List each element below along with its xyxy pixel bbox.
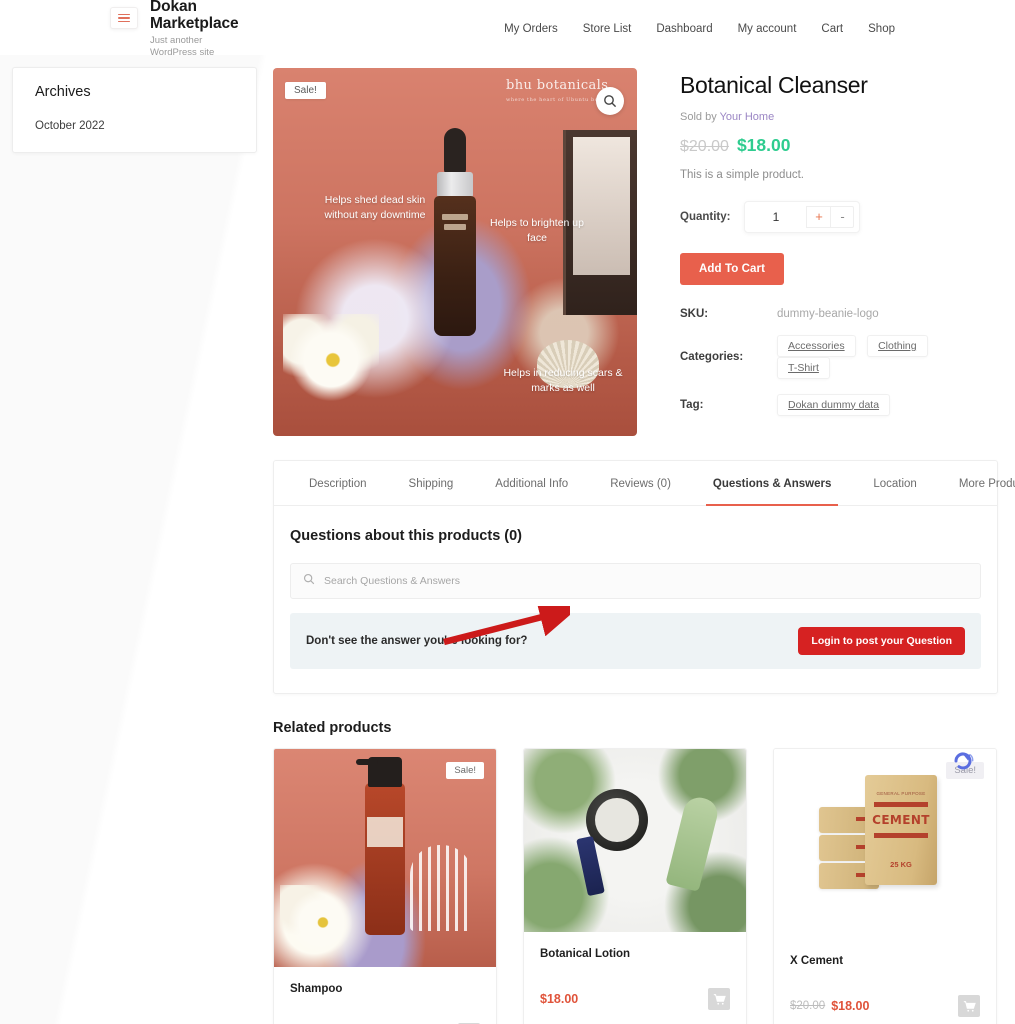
product-summary-section: bhu botanicals where the heart of Ubuntu…: [273, 68, 998, 436]
watermark-text: bhu botanicals: [505, 78, 609, 93]
meta-row-tag: Tag: Dokan dummy data: [680, 393, 998, 416]
quantity-stepper[interactable]: + -: [744, 200, 861, 233]
product-card-price-row: $20.00 $18.00: [790, 995, 980, 1017]
qa-cta-text: Don't see the answer you're looking for?: [306, 635, 528, 647]
sidebar-archives-widget: Archives October 2022: [12, 67, 257, 153]
categories-label: Categories:: [680, 350, 744, 363]
qa-search-box[interactable]: [290, 563, 981, 599]
product-card-title[interactable]: X Cement: [790, 955, 980, 967]
quantity-input[interactable]: [745, 209, 807, 224]
sku-value: dummy-beanie-logo: [777, 307, 879, 320]
tab-questions-answers[interactable]: Questions & Answers: [692, 461, 852, 506]
quantity-row: Quantity: + -: [680, 200, 998, 233]
meta-row-categories: Categories: Accessories Clothing T-Shirt: [680, 334, 998, 379]
primary-navigation: My Orders Store List Dashboard My accoun…: [504, 21, 895, 35]
magnifier-icon[interactable]: [596, 87, 624, 115]
category-chip-accessories[interactable]: Accessories: [777, 334, 856, 357]
product-thumbnail-shampoo[interactable]: Sale!: [274, 749, 496, 967]
category-chip-tshirt[interactable]: T-Shirt: [777, 356, 830, 379]
quantity-label: Quantity:: [680, 210, 731, 223]
tab-shipping[interactable]: Shipping: [388, 461, 475, 505]
nav-item-dashboard[interactable]: Dashboard: [656, 23, 712, 35]
tag-chip-dokan-dummy-data[interactable]: Dokan dummy data: [777, 393, 891, 416]
nav-item-store-list[interactable]: Store List: [583, 23, 632, 35]
related-products-grid: Sale! Shampoo $3.00 $2.00: [273, 748, 998, 1024]
tab-location[interactable]: Location: [852, 461, 937, 505]
cement-bag-subtext: GENERAL PURPOSE: [876, 791, 926, 796]
price-block: $20.00 $18.00: [680, 135, 998, 156]
price-current: $18.00: [736, 134, 791, 155]
product-card-price-row: $18.00: [540, 988, 730, 1010]
price-original: $20.00: [680, 137, 729, 155]
gallery-art-flower: [283, 314, 379, 406]
tabs-bar: Description Shipping Additional Info Rev…: [274, 461, 1015, 506]
gallery-art-dropper-bottle: [433, 128, 477, 338]
quantity-increase-button[interactable]: +: [806, 205, 831, 228]
site-tagline: Just another WordPress site: [150, 35, 215, 59]
cement-bag-word: CEMENT: [872, 813, 930, 827]
product-card-price-current: $18.00: [540, 992, 579, 1006]
product-short-description: This is a simple product.: [680, 168, 804, 181]
nav-item-my-orders[interactable]: My Orders: [504, 23, 558, 35]
product-card-shampoo[interactable]: Sale! Shampoo $3.00 $2.00: [273, 748, 497, 1024]
tab-additional-info[interactable]: Additional Info: [474, 461, 589, 505]
qa-cta-banner: Don't see the answer you're looking for?…: [290, 613, 981, 669]
site-title[interactable]: Dokan Marketplace: [150, 0, 255, 32]
nav-item-my-account[interactable]: My account: [738, 23, 797, 35]
cart-icon[interactable]: [708, 988, 730, 1010]
site-header: Dokan Marketplace Just another WordPress…: [0, 0, 1015, 58]
quantity-decrease-button[interactable]: -: [830, 205, 855, 228]
product-card-title[interactable]: Botanical Lotion: [540, 948, 730, 960]
tab-description[interactable]: Description: [288, 461, 388, 505]
gallery-annotation-2: Helps to brighten up face: [490, 217, 584, 245]
search-icon: [303, 572, 315, 590]
tab-reviews[interactable]: Reviews (0): [589, 461, 692, 505]
sold-by-prefix: Sold by: [680, 110, 717, 123]
product-tabs-panel: Description Shipping Additional Info Rev…: [273, 460, 1015, 694]
product-thumbnail-x-cement[interactable]: GENERAL PURPOSE CEMENT 25 KG Sale!: [774, 749, 996, 939]
add-to-cart-button[interactable]: Add To Cart: [680, 252, 785, 285]
product-card-x-cement[interactable]: GENERAL PURPOSE CEMENT 25 KG Sale! X Cem…: [773, 748, 997, 1024]
login-to-post-question-button[interactable]: Login to post your Question: [798, 627, 965, 655]
product-gallery-image[interactable]: bhu botanicals where the heart of Ubuntu…: [273, 68, 637, 436]
widget-title: Archives: [35, 84, 91, 100]
sold-by-line: Sold by Your Home: [680, 111, 998, 123]
product-card-title[interactable]: Shampoo: [290, 983, 480, 995]
product-card-botanical-lotion[interactable]: Botanical Lotion $18.00: [523, 748, 747, 1024]
cement-bag-weight: 25 KG: [890, 860, 912, 869]
page-title: Botanical Cleanser: [680, 72, 868, 98]
cursor-pointer-icon: [952, 751, 974, 776]
tag-label: Tag:: [680, 398, 704, 411]
product-card-price-original: $20.00: [790, 1000, 826, 1012]
nav-item-shop[interactable]: Shop: [868, 23, 895, 35]
category-chip-clothing[interactable]: Clothing: [867, 334, 928, 357]
cement-bag-art: GENERAL PURPOSE CEMENT 25 KG: [865, 775, 937, 885]
sku-label: SKU:: [680, 307, 709, 320]
gallery-annotation-3: Helps in reducing scars & marks as well: [503, 367, 623, 395]
product-meta: SKU: dummy-beanie-logo Categories: Acces…: [680, 308, 998, 416]
sale-badge: Sale!: [285, 82, 326, 99]
hamburger-icon[interactable]: [110, 6, 138, 29]
related-products-section: Related products Sale! Shampoo $3.00: [273, 720, 998, 1024]
cart-icon[interactable]: [958, 995, 980, 1017]
gallery-annotation-1: Helps shed dead skin without any downtim…: [324, 194, 426, 222]
qa-search-input[interactable]: [324, 575, 968, 587]
brand-area: Dokan Marketplace Just another WordPress…: [110, 0, 255, 59]
sidebar-item-october-2022[interactable]: October 2022: [35, 120, 234, 132]
main-content: bhu botanicals where the heart of Ubuntu…: [273, 68, 1015, 1024]
vendor-link[interactable]: Your Home: [720, 111, 775, 123]
nav-item-cart[interactable]: Cart: [821, 23, 843, 35]
product-thumbnail-botanical-lotion[interactable]: [524, 749, 746, 932]
tab-more-products[interactable]: More Products: [938, 461, 1015, 505]
product-details: Botanical Cleanser Sold by Your Home $20…: [637, 68, 998, 436]
meta-row-sku: SKU: dummy-beanie-logo: [680, 308, 998, 320]
tab-panel-questions-answers: Questions about this products (0) Don't …: [274, 506, 997, 693]
sale-badge: Sale!: [446, 762, 484, 779]
related-products-title: Related products: [273, 720, 392, 736]
product-card-price-current: $18.00: [831, 999, 870, 1013]
qa-heading: Questions about this products (0): [290, 528, 523, 544]
